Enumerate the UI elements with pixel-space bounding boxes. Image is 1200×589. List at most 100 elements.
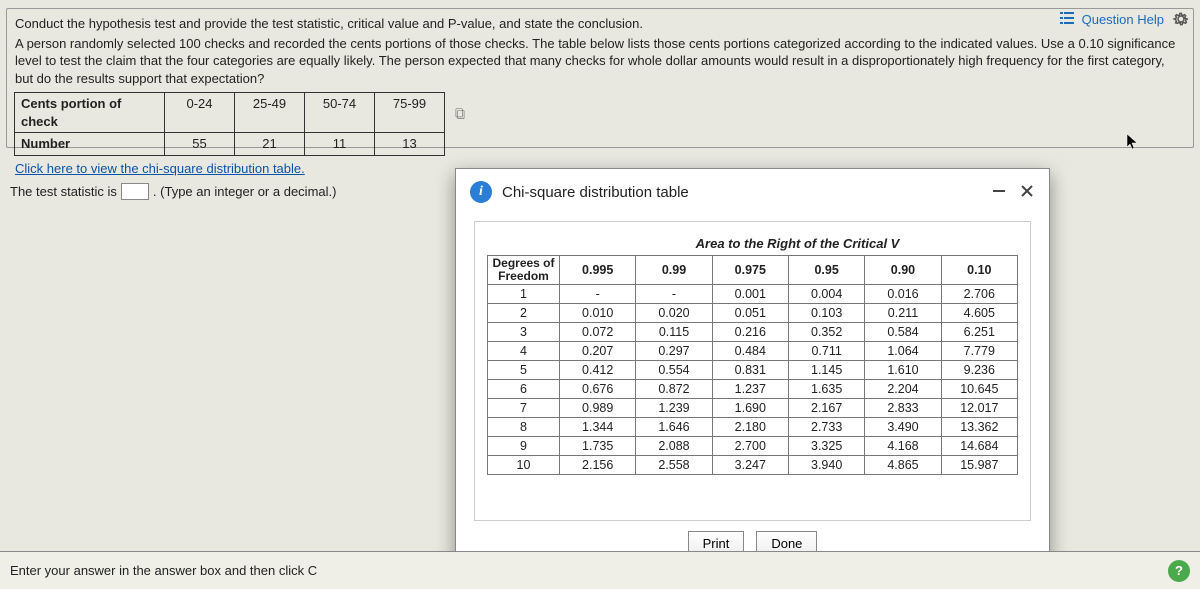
num-2: 11 [304,132,375,156]
value-cell: 0.989 [560,399,636,418]
value-cell: 15.987 [941,456,1017,475]
alpha-2: 0.975 [712,256,788,285]
alpha-1: 0.99 [636,256,712,285]
value-cell: 4.168 [865,437,941,456]
value-cell: 3.490 [865,418,941,437]
value-cell: 1.646 [636,418,712,437]
chi-square-table: Degrees ofFreedom 0.995 0.99 0.975 0.95 … [487,255,1018,475]
bottom-bar: Enter your answer in the answer box and … [0,551,1200,589]
df-cell: 8 [488,418,560,437]
df-cell: 1 [488,285,560,304]
value-cell: 2.088 [636,437,712,456]
value-cell: 0.676 [560,380,636,399]
minimize-icon[interactable] [991,183,1007,202]
num-1: 21 [234,132,305,156]
value-cell: 7.779 [941,342,1017,361]
value-cell: 0.001 [712,285,788,304]
value-cell: 0.020 [636,304,712,323]
value-cell: 1.239 [636,399,712,418]
df-cell: 4 [488,342,560,361]
question-help-link[interactable]: Question Help [1082,12,1164,27]
cursor-icon [1126,133,1140,156]
value-cell: 4.605 [941,304,1017,323]
value-cell: 0.207 [560,342,636,361]
value-cell: 0.103 [788,304,864,323]
value-cell: 0.584 [865,323,941,342]
value-cell: 1.237 [712,380,788,399]
help-badge-icon[interactable]: ? [1168,560,1190,582]
df-cell: 10 [488,456,560,475]
value-cell: 1.735 [560,437,636,456]
value-cell: 0.554 [636,361,712,380]
value-cell: 2.700 [712,437,788,456]
close-icon[interactable] [1019,183,1035,202]
value-cell: 0.010 [560,304,636,323]
value-cell: 14.684 [941,437,1017,456]
cat-1: 25-49 [234,92,305,133]
value-cell: 2.204 [865,380,941,399]
cat-0: 0-24 [164,92,235,133]
test-statistic-row: The test statistic is . (Type an integer… [10,183,336,200]
value-cell: 0.072 [560,323,636,342]
alpha-4: 0.90 [865,256,941,285]
alpha-0: 0.995 [560,256,636,285]
value-cell: 1.635 [788,380,864,399]
value-cell: 10.645 [941,380,1017,399]
value-cell: 6.251 [941,323,1017,342]
table-row: 91.7352.0882.7003.3254.16814.684 [488,437,1018,456]
list-icon [1060,12,1074,27]
value-cell: 4.865 [865,456,941,475]
table-row: 1--0.0010.0040.0162.706 [488,285,1018,304]
value-cell: 0.352 [788,323,864,342]
value-cell: 2.558 [636,456,712,475]
value-cell: 3.247 [712,456,788,475]
df-cell: 6 [488,380,560,399]
gear-icon[interactable] [1172,10,1190,28]
value-cell: 1.064 [865,342,941,361]
row-head-nums: Number [14,132,165,156]
stmt-after: . (Type an integer or a decimal.) [153,184,337,199]
df-cell: 7 [488,399,560,418]
value-cell: 0.016 [865,285,941,304]
value-cell: 0.831 [712,361,788,380]
value-cell: 2.733 [788,418,864,437]
value-cell: - [560,285,636,304]
alpha-5: 0.10 [941,256,1017,285]
df-cell: 3 [488,323,560,342]
value-cell: 0.051 [712,304,788,323]
cents-data-table: Cents portion of check 0-24 25-49 50-74 … [15,93,1185,156]
value-cell: 1.690 [712,399,788,418]
value-cell: 0.711 [788,342,864,361]
answer-input[interactable] [121,183,149,200]
table-row: 60.6760.8721.2371.6352.20410.645 [488,380,1018,399]
value-cell: 2.156 [560,456,636,475]
value-cell: 13.362 [941,418,1017,437]
value-cell: 0.872 [636,380,712,399]
stmt-before: The test statistic is [10,184,117,199]
df-cell: 9 [488,437,560,456]
value-cell: 0.297 [636,342,712,361]
copy-icon[interactable] [445,95,475,133]
df-header: Degrees ofFreedom [488,256,560,285]
value-cell: 2.833 [865,399,941,418]
value-cell: 0.004 [788,285,864,304]
value-cell: 0.216 [712,323,788,342]
info-icon: i [470,181,492,203]
top-bar: Question Help [1050,8,1200,30]
area-caption: Area to the Right of the Critical V [577,236,1018,251]
cat-3: 75-99 [374,92,445,133]
value-cell: 0.484 [712,342,788,361]
table-row: 40.2070.2970.4840.7111.0647.779 [488,342,1018,361]
value-cell: 1.344 [560,418,636,437]
value-cell: 0.412 [560,361,636,380]
num-3: 13 [374,132,445,156]
view-chi-table-link[interactable]: Click here to view the chi-square distri… [15,161,305,176]
value-cell: 0.115 [636,323,712,342]
table-row: 50.4120.5540.8311.1451.6109.236 [488,361,1018,380]
value-cell: 9.236 [941,361,1017,380]
value-cell: 2.167 [788,399,864,418]
question-box: Conduct the hypothesis test and provide … [6,8,1194,148]
df-cell: 2 [488,304,560,323]
row-head-cats: Cents portion of check [14,92,165,133]
table-row: 102.1562.5583.2473.9404.86515.987 [488,456,1018,475]
